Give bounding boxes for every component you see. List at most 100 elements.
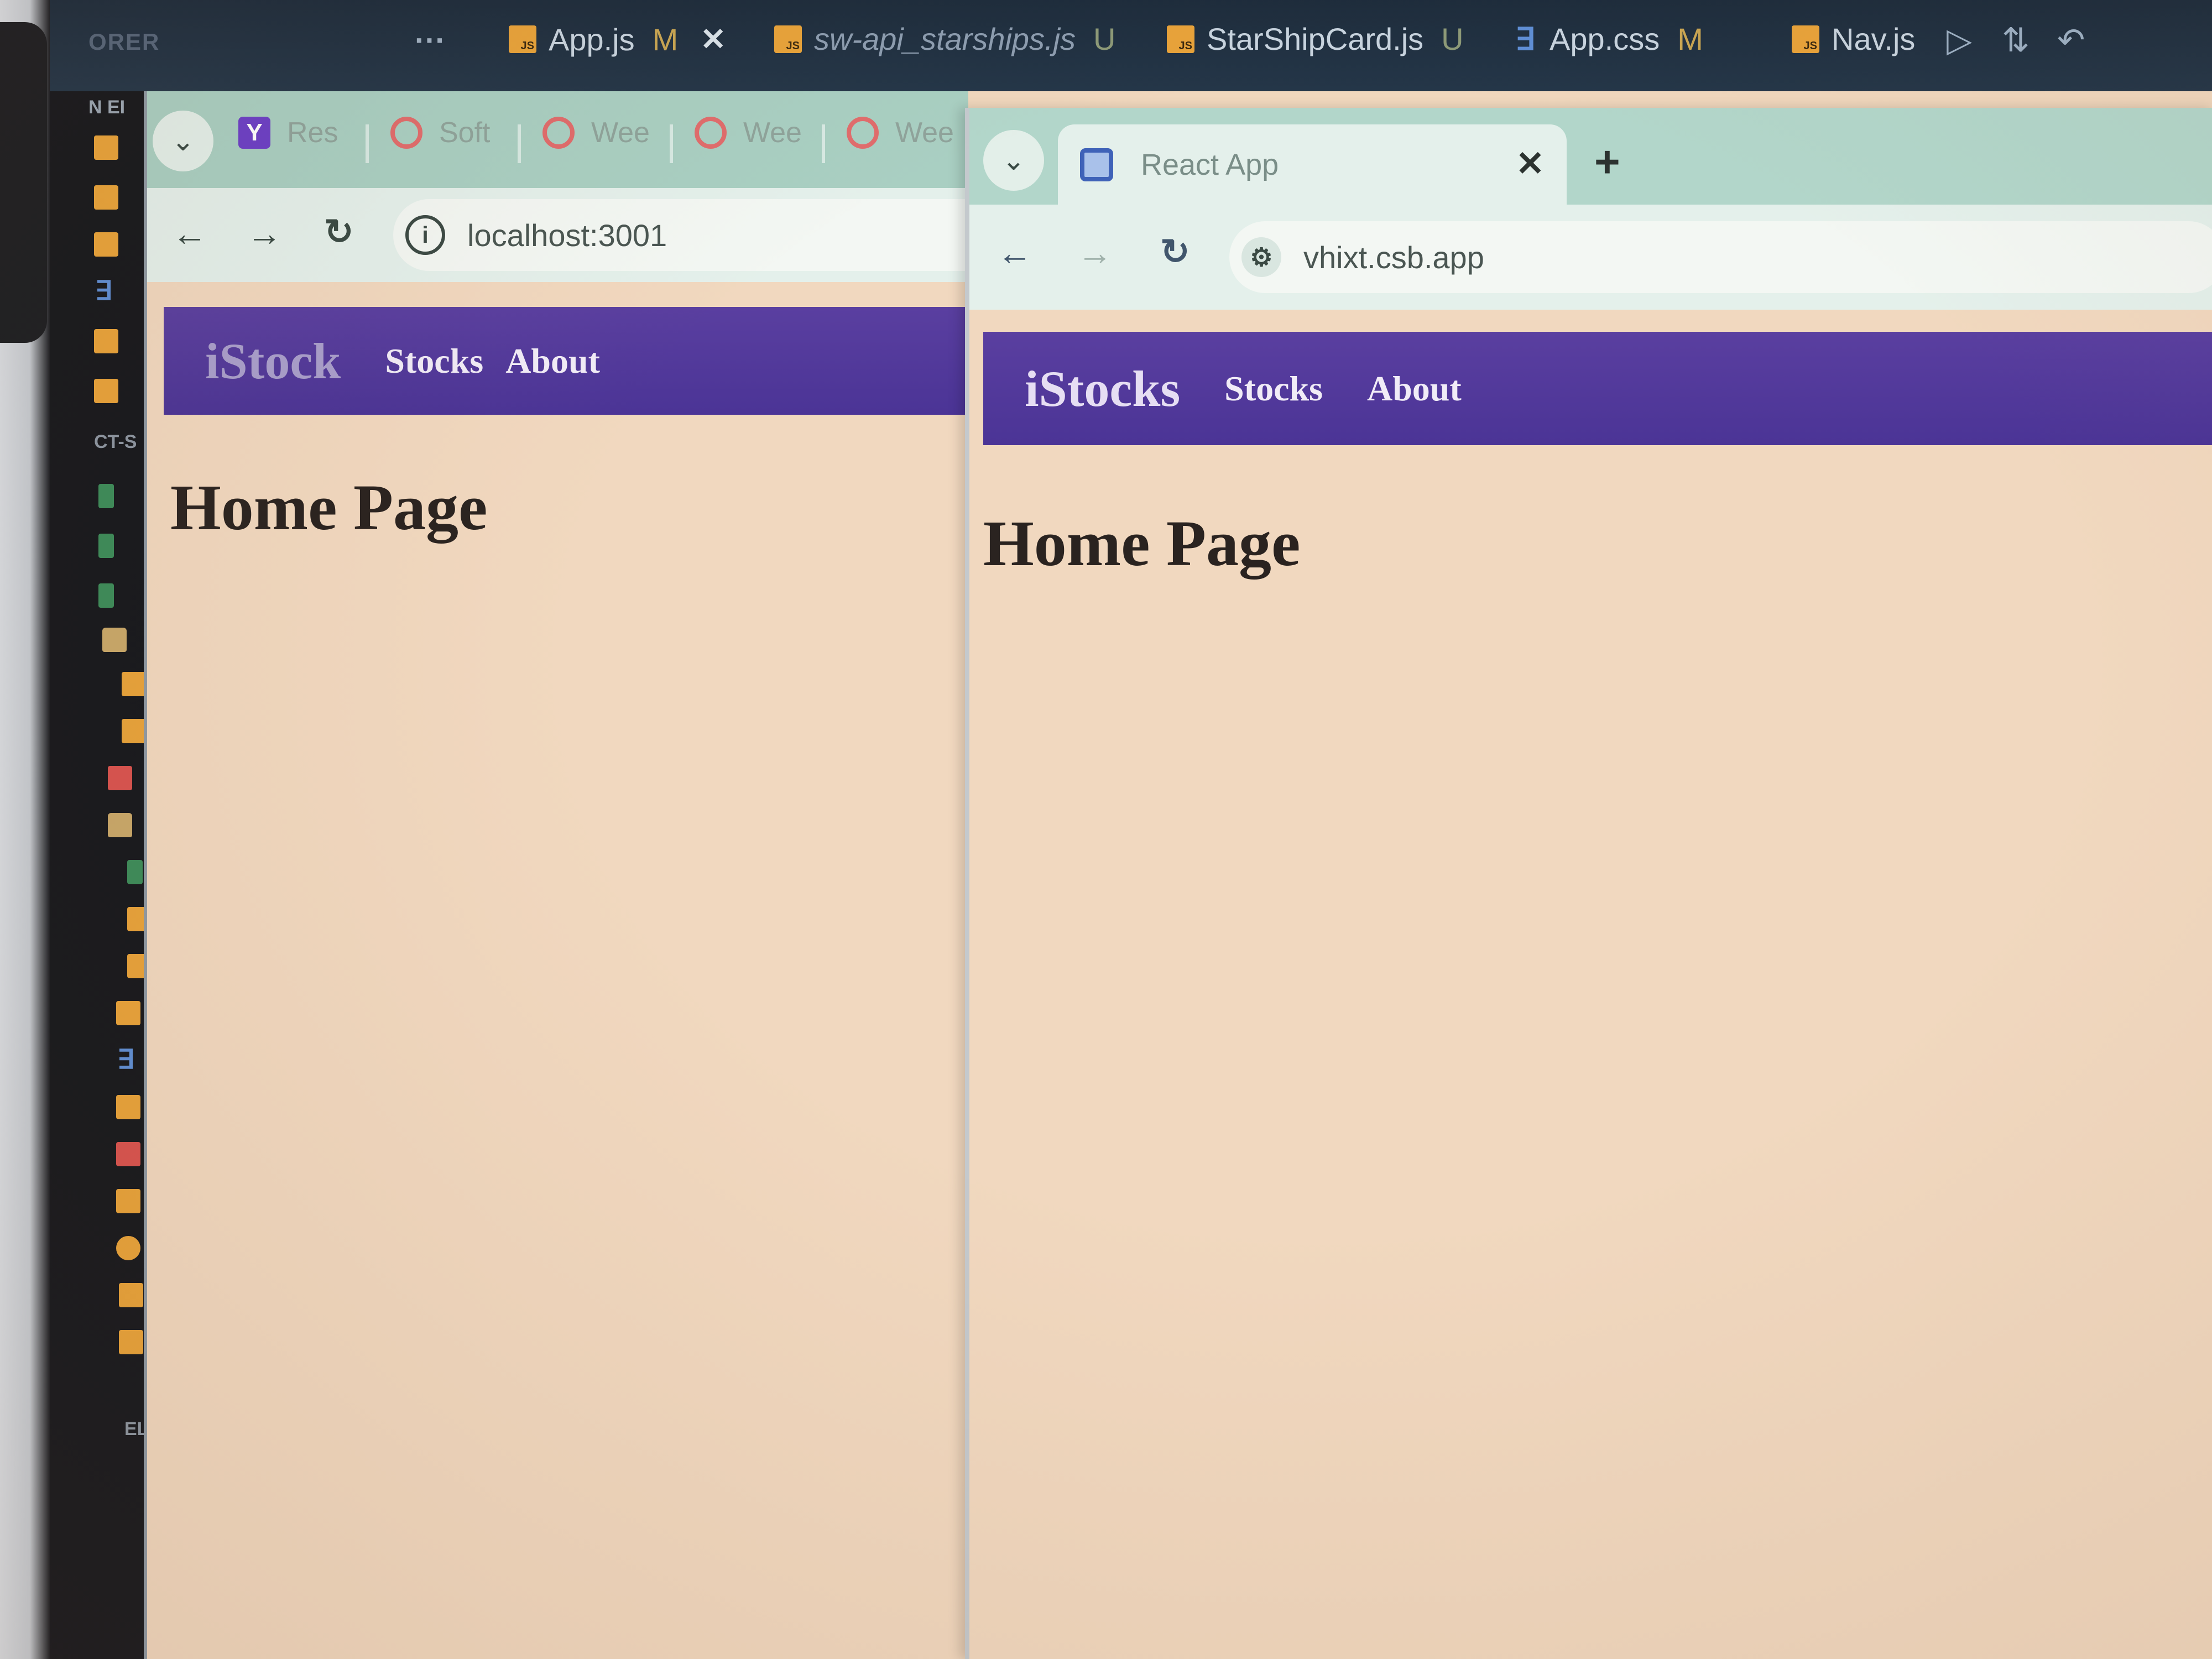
js-file-icon: JS	[774, 25, 802, 53]
react-app-favicon	[1080, 148, 1113, 181]
js-file-icon[interactable]	[119, 1330, 143, 1354]
opera-favicon	[390, 117, 422, 149]
js-file-icon: JS	[509, 25, 536, 53]
js-file-icon[interactable]	[94, 232, 118, 257]
vscode-tab-nav-js[interactable]: JS Nav.js	[1792, 21, 1915, 57]
reload-icon[interactable]: ↻	[324, 211, 354, 253]
css-file-icon[interactable]: ∃	[95, 278, 119, 305]
back-arrow-icon[interactable]: ←	[997, 232, 1032, 273]
tab-separator	[366, 124, 369, 163]
screen: ORER ··· JS App.js M ✕ JS sw-api_starshi…	[0, 0, 2212, 1659]
browser-tab[interactable]: Wee	[542, 116, 650, 149]
close-icon[interactable]: ✕	[1516, 143, 1545, 184]
page-content: iStock Stocks About Home Page	[147, 282, 968, 1659]
file-icon[interactable]	[98, 484, 114, 508]
js-file-icon[interactable]	[122, 719, 146, 743]
nav-link-stocks[interactable]: Stocks	[1224, 368, 1323, 409]
url-text[interactable]: localhost:3001	[467, 217, 667, 253]
browser-tab[interactable]: Wee	[695, 116, 802, 149]
tab-separator	[822, 124, 825, 163]
browser-tab-label: Res	[287, 117, 338, 149]
folder-icon[interactable]	[108, 813, 132, 837]
webcam-mount	[0, 22, 47, 343]
html-file-icon[interactable]	[116, 1142, 140, 1166]
vscode-tab-label: App.css	[1550, 22, 1660, 56]
modified-flag: M	[652, 22, 679, 57]
compare-changes-icon[interactable]: ⇅	[2002, 21, 2030, 60]
opera-favicon	[695, 117, 727, 149]
url-text[interactable]: vhixt.csb.app	[1303, 239, 1484, 275]
js-file-icon[interactable]	[94, 135, 118, 160]
reload-icon[interactable]: ↻	[1160, 231, 1190, 273]
nav-link-stocks[interactable]: Stocks	[385, 341, 483, 382]
info-icon[interactable]: i	[405, 215, 445, 255]
vscode-tab-app-js[interactable]: JS App.js M ✕	[509, 21, 726, 58]
folder-icon[interactable]	[108, 766, 132, 790]
tab-strip: ⌄ Y Res Soft Wee Wee Wee	[147, 91, 968, 188]
browser-tab[interactable]: Soft	[390, 116, 491, 149]
address-bar[interactable]: ⚙ vhixt.csb.app	[1229, 221, 2212, 293]
file-icon[interactable]	[98, 583, 114, 608]
js-file-icon[interactable]	[94, 329, 118, 353]
vscode-tab-label: App.js	[549, 22, 635, 57]
browser-tab-label: React App	[1141, 148, 1279, 181]
file-icon[interactable]	[127, 860, 143, 884]
browser-tab-label: Soft	[439, 117, 491, 149]
folder-icon[interactable]	[102, 628, 127, 652]
css-file-icon[interactable]: ∃	[117, 1047, 142, 1073]
vscode-tab-label: Nav.js	[1832, 22, 1916, 56]
forward-arrow-icon[interactable]: →	[1077, 232, 1113, 273]
vscode-tab-sw-api-starships[interactable]: JS sw-api_starships.js U	[774, 21, 1116, 57]
chevron-down-icon[interactable]: ⌄	[153, 111, 213, 171]
vscode-order-label: ORER	[88, 29, 160, 55]
more-actions-icon[interactable]: ···	[415, 22, 446, 58]
new-tab-icon[interactable]: +	[1594, 137, 1620, 187]
app-navbar: iStock Stocks About	[164, 307, 968, 415]
vscode-tab-app-css[interactable]: ∃ App.css M	[1515, 21, 1703, 57]
js-file-icon[interactable]	[94, 379, 118, 403]
js-file-icon[interactable]	[122, 672, 146, 696]
nav-link-about[interactable]: About	[505, 341, 600, 382]
js-file-icon[interactable]	[116, 1001, 140, 1025]
browser-tab-label: Wee	[895, 117, 954, 149]
page-title: Home Page	[983, 507, 1301, 580]
tune-icon[interactable]: ⚙	[1241, 237, 1281, 277]
js-file-icon[interactable]	[119, 1283, 143, 1307]
close-icon[interactable]: ✕	[700, 21, 726, 58]
svg-file-icon[interactable]	[116, 1236, 140, 1260]
browser-tab[interactable]: Wee	[847, 116, 954, 149]
brand-logo[interactable]: iStock	[205, 332, 341, 390]
js-file-icon[interactable]	[116, 1189, 140, 1213]
vscode-tab-label: StarShipCard.js	[1207, 22, 1424, 56]
forward-arrow-icon[interactable]: →	[247, 213, 282, 254]
go-back-icon[interactable]: ↶	[2057, 21, 2085, 60]
vscode-tab-starshipcard[interactable]: JS StarShipCard.js U	[1167, 21, 1464, 57]
explorer-header: N EI	[88, 97, 126, 118]
address-bar[interactable]: i localhost:3001	[393, 199, 968, 271]
untracked-flag: U	[1441, 22, 1464, 56]
untracked-flag: U	[1093, 22, 1116, 56]
nav-link-about[interactable]: About	[1367, 368, 1462, 409]
file-icon[interactable]	[98, 534, 114, 558]
css-file-icon: ∃	[1515, 21, 1535, 56]
back-arrow-icon[interactable]: ←	[172, 213, 207, 254]
browser-tab-active[interactable]: React App ✕	[1058, 124, 1567, 205]
right-browser-window: ⌄ React App ✕ + ← → ↻ ⚙ vhixt.csb.app iS…	[965, 108, 2212, 1659]
js-file-icon[interactable]	[116, 1095, 140, 1119]
brand-logo[interactable]: iStocks	[1025, 359, 1180, 418]
js-file-icon[interactable]	[94, 185, 118, 210]
chevron-down-icon[interactable]: ⌄	[983, 130, 1044, 191]
tab-strip: ⌄ React App ✕ +	[969, 108, 2212, 205]
tab-separator	[518, 124, 521, 163]
vscode-explorer: N EI ∃ CT-S ∃ ELIN	[50, 91, 167, 1659]
js-file-icon: JS	[1167, 25, 1194, 53]
address-toolbar: ← → ↻ ⚙ vhixt.csb.app	[969, 205, 2212, 310]
page-title: Home Page	[170, 471, 488, 544]
modified-flag: M	[1677, 22, 1703, 56]
opera-favicon	[542, 117, 575, 149]
tab-separator	[670, 124, 673, 163]
run-icon[interactable]: ▷	[1947, 21, 1972, 60]
js-file-icon: JS	[1792, 25, 1819, 53]
browser-tab[interactable]: Y Res	[238, 116, 338, 149]
vscode-tab-bar: ORER ··· JS App.js M ✕ JS sw-api_starshi…	[50, 0, 2212, 91]
